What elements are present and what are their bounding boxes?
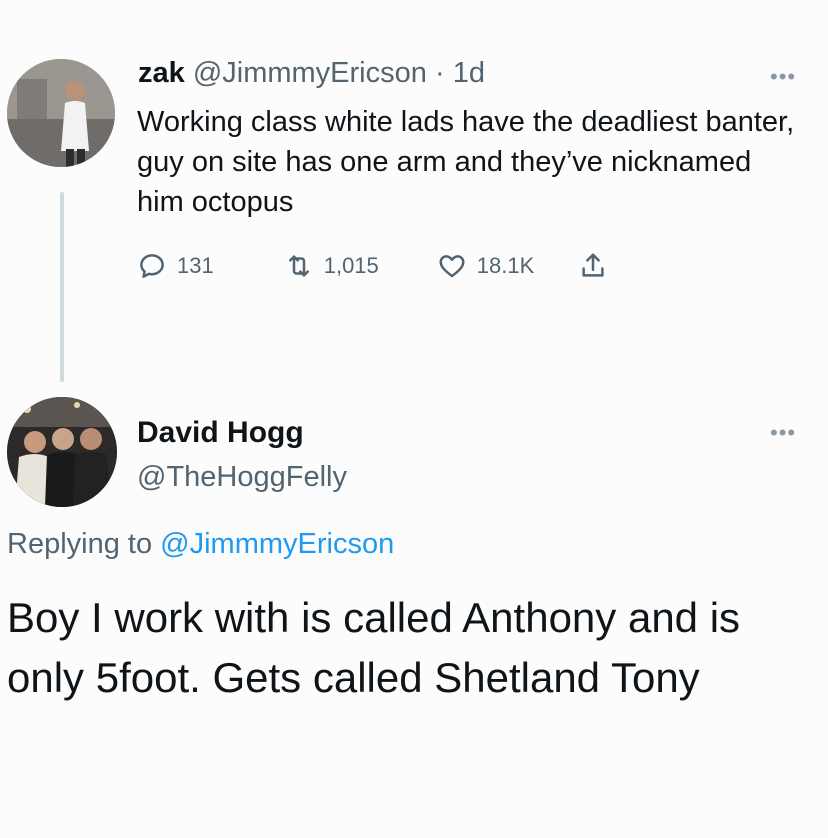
- replying-label: Replying to: [7, 528, 153, 560]
- tweet-header: zak @JimmmyEricson · 1d: [138, 57, 485, 90]
- avatar[interactable]: [7, 397, 117, 507]
- thread-line: [60, 192, 64, 382]
- like-icon: [439, 255, 465, 278]
- reply-icon: [140, 254, 164, 278]
- reply-count: 131: [177, 253, 214, 278]
- separator-dot: ·: [434, 57, 445, 89]
- retweet-count: 1,015: [323, 253, 379, 278]
- retweet-button[interactable]: 1,015: [284, 251, 379, 281]
- tweet-text: Boy I work with is called Anthony and is…: [7, 594, 741, 701]
- replying-handle-link[interactable]: @JimmmyEricson: [160, 528, 394, 560]
- like-count: 18.1K: [476, 253, 535, 278]
- author-handle[interactable]: @TheHoggFelly: [137, 461, 347, 494]
- like-button[interactable]: 18.1K: [437, 251, 535, 281]
- timestamp[interactable]: 1d: [453, 57, 485, 89]
- author-name[interactable]: zak: [138, 57, 185, 89]
- profile-photo-zak: [7, 59, 115, 167]
- tweet-text: Working class white lads have the deadli…: [137, 106, 795, 218]
- profile-photo-david-hogg: [7, 397, 117, 507]
- avatar[interactable]: [7, 59, 115, 167]
- author-handle[interactable]: @JimmmyEricson: [193, 57, 427, 89]
- retweet-icon: [288, 255, 309, 277]
- reply-button[interactable]: 131: [137, 251, 214, 281]
- more-options-icon[interactable]: •••: [770, 420, 796, 446]
- share-icon: [582, 253, 604, 277]
- more-options-icon[interactable]: •••: [770, 64, 796, 90]
- share-button[interactable]: [578, 251, 608, 281]
- author-name[interactable]: David Hogg: [137, 416, 304, 450]
- tweet-actions: 131 1,015 18.1K: [137, 246, 608, 286]
- replying-to: Replying to @JimmmyEricson: [7, 528, 394, 561]
